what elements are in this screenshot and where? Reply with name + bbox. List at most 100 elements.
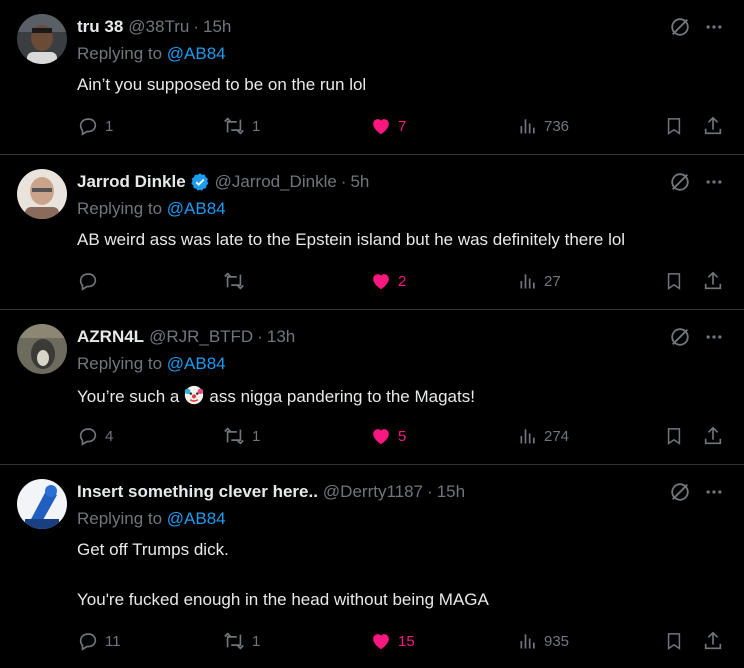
repost-icon — [224, 427, 244, 445]
action-bar: 11 1 15 935 — [0, 629, 744, 653]
view-count: 27 — [544, 272, 561, 290]
display-name[interactable]: Insert something clever here.. — [77, 482, 318, 502]
share-icon — [704, 271, 722, 290]
bookmark-icon — [667, 118, 681, 135]
verified-badge-icon — [190, 172, 210, 192]
share-button[interactable] — [702, 114, 724, 138]
reply-button[interactable]: 11 — [77, 629, 121, 653]
post-text-line: AB weird ass was late to the Epstein isl… — [77, 230, 626, 249]
share-button[interactable] — [702, 424, 724, 448]
display-name[interactable]: tru 38 — [77, 17, 123, 37]
grok-icon[interactable] — [668, 480, 692, 504]
bookmark-button[interactable] — [664, 114, 684, 138]
repost-count: 1 — [252, 632, 261, 650]
like-button[interactable]: 5 — [370, 424, 406, 448]
bookmark-icon — [667, 273, 681, 290]
share-button[interactable] — [702, 269, 724, 293]
reply-button[interactable]: 4 — [77, 424, 113, 448]
views-icon — [520, 274, 535, 289]
views-icon — [520, 429, 535, 444]
mention-link[interactable]: @AB84 — [167, 509, 226, 528]
views-button[interactable]: 736 — [518, 114, 569, 138]
grok-icon[interactable] — [668, 325, 692, 349]
post-text-line: You're fucked enough in the head without… — [77, 590, 489, 609]
heart-icon — [373, 429, 389, 445]
reply-icon — [79, 118, 97, 136]
timestamp[interactable]: 15h — [437, 482, 465, 502]
avatar[interactable] — [17, 324, 67, 374]
text-after-emoji: ass nigga pandering to the Magats! — [209, 387, 475, 406]
repost-button[interactable]: 1 — [222, 114, 260, 138]
views-button[interactable]: 274 — [518, 424, 569, 448]
post-text: You’re such a ass nigga pandering to the … — [77, 384, 475, 412]
more-icon[interactable] — [702, 325, 726, 349]
handle[interactable]: @Derrty1187 — [323, 482, 423, 502]
post-text: AB weird ass was late to the Epstein isl… — [77, 229, 625, 251]
repost-button[interactable]: 1 — [222, 629, 260, 653]
repost-icon — [224, 117, 244, 135]
share-icon — [704, 426, 722, 445]
like-button[interactable]: 7 — [370, 114, 406, 138]
more-icon[interactable] — [702, 480, 726, 504]
mention-link[interactable]: @AB84 — [167, 199, 226, 218]
replying-to: Replying to @AB84 — [77, 44, 226, 64]
bookmark-button[interactable] — [664, 629, 684, 653]
replying-to: Replying to @AB84 — [77, 354, 226, 374]
replying-to: Replying to @AB84 — [77, 199, 226, 219]
action-bar: 1 1 7 736 — [0, 114, 744, 138]
repost-button[interactable]: 1 — [222, 424, 260, 448]
reply-icon — [79, 273, 97, 291]
handle[interactable]: @Jarrod_Dinkle — [215, 172, 337, 192]
mention-link[interactable]: @AB84 — [167, 354, 226, 373]
repost-count: 1 — [252, 117, 261, 135]
avatar[interactable] — [17, 479, 67, 529]
post-header: tru 38 @38Tru · 15h — [77, 16, 231, 38]
reply-button[interactable] — [77, 269, 105, 293]
handle[interactable]: @38Tru — [128, 17, 189, 37]
bookmark-button[interactable] — [664, 269, 684, 293]
reply-post[interactable]: AZRN4L @RJR_BTFD · 13h Replying to @AB84… — [0, 310, 744, 465]
post-header: Jarrod Dinkle @Jarrod_Dinkle · 5h — [77, 171, 369, 193]
share-button[interactable] — [702, 629, 724, 653]
separator-dot: · — [193, 17, 200, 36]
action-bar: 4 1 5 274 — [0, 424, 744, 448]
post-text: Ain’t you supposed to be on the run lol — [77, 74, 366, 96]
avatar[interactable] — [17, 14, 67, 64]
replying-prefix: Replying to — [77, 44, 163, 63]
action-bar: 2 27 — [0, 269, 744, 293]
text-before-emoji: You’re such a — [77, 387, 180, 406]
repost-button[interactable] — [222, 269, 252, 293]
handle[interactable]: @RJR_BTFD — [149, 327, 253, 347]
like-count: 5 — [398, 427, 407, 445]
reply-count: 4 — [105, 427, 114, 445]
avatar[interactable] — [17, 169, 67, 219]
grok-icon[interactable] — [668, 170, 692, 194]
view-count: 274 — [544, 427, 570, 445]
reply-count: 1 — [105, 117, 114, 135]
like-count: 7 — [398, 117, 407, 135]
display-name[interactable]: AZRN4L — [77, 327, 144, 347]
display-name[interactable]: Jarrod Dinkle — [77, 172, 186, 192]
clown-emoji — [183, 384, 205, 412]
replying-prefix: Replying to — [77, 354, 163, 373]
timestamp[interactable]: 13h — [267, 327, 295, 347]
like-button[interactable]: 15 — [370, 629, 415, 653]
reply-post[interactable]: tru 38 @38Tru · 15h Replying to @AB84 Ai… — [0, 0, 744, 155]
grok-icon[interactable] — [668, 15, 692, 39]
timestamp[interactable]: 15h — [203, 17, 231, 37]
views-button[interactable]: 935 — [518, 629, 569, 653]
timestamp[interactable]: 5h — [350, 172, 369, 192]
more-icon[interactable] — [702, 170, 726, 194]
more-icon[interactable] — [702, 15, 726, 39]
view-count: 935 — [544, 632, 570, 650]
like-button[interactable]: 2 — [370, 269, 406, 293]
bookmark-button[interactable] — [664, 424, 684, 448]
reply-post[interactable]: Jarrod Dinkle @Jarrod_Dinkle · 5h Replyi… — [0, 155, 744, 310]
repost-icon — [224, 272, 244, 290]
replying-prefix: Replying to — [77, 509, 163, 528]
reply-icon — [79, 633, 97, 651]
reply-post[interactable]: Insert something clever here.. @Derrty11… — [0, 465, 744, 668]
reply-button[interactable]: 1 — [77, 114, 113, 138]
mention-link[interactable]: @AB84 — [167, 44, 226, 63]
views-button[interactable]: 27 — [518, 269, 561, 293]
